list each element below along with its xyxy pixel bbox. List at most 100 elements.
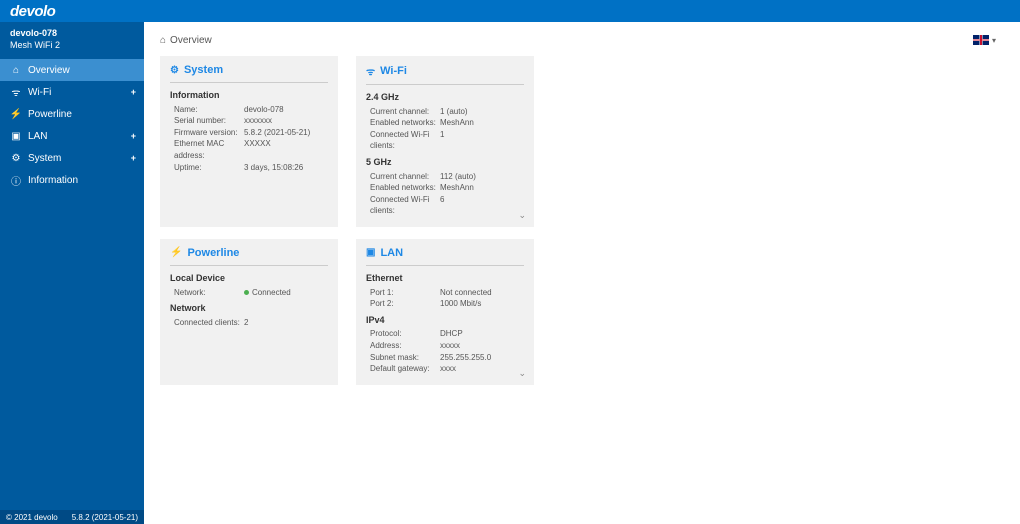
nav-icon: ⓘ [10, 173, 22, 188]
nav-label: Wi-Fi [28, 87, 51, 98]
kv-row: Port 1:Not connected [366, 287, 524, 299]
kv-row: Current channel:112 (auto) [366, 171, 524, 183]
device-model: Mesh WiFi 2 [10, 40, 134, 52]
card-powerline: ⚡ Powerline Local DeviceNetwork:Connecte… [160, 239, 338, 385]
kv-key: Ethernet MAC address: [170, 138, 244, 161]
kv-value: 255.255.255.0 [440, 352, 524, 364]
main-layout: devolo-078 Mesh WiFi 2 ⌂OverviewᯤWi-Fi+⚡… [0, 22, 1020, 524]
kv-row: Firmware version:5.8.2 (2021-05-21) [170, 127, 328, 139]
section-heading: Information [170, 89, 328, 102]
sidebar-item-overview[interactable]: ⌂Overview [0, 59, 144, 81]
section-heading: Network [170, 302, 328, 315]
breadcrumb-row: ⌂ Overview ▾ [160, 30, 996, 50]
sidebar-nav: ⌂OverviewᯤWi-Fi+⚡Powerline▣LAN+⚙System+ⓘ… [0, 59, 144, 191]
card-wifi-title: Wi-Fi [380, 65, 407, 77]
language-selector[interactable]: ▾ [973, 35, 996, 45]
status-dot-icon [244, 290, 249, 295]
brand-logo: devolo [10, 3, 55, 20]
kv-key: Default gateway: [366, 363, 440, 375]
kv-value: xxxxxxx [244, 115, 328, 127]
sidebar-item-wi-fi[interactable]: ᯤWi-Fi+ [0, 81, 144, 103]
card-wifi-header[interactable]: ᯤ Wi-Fi [366, 64, 524, 85]
sidebar-item-lan[interactable]: ▣LAN+ [0, 125, 144, 147]
card-lan-header[interactable]: ▣ LAN [366, 247, 524, 266]
device-name: devolo-078 [10, 28, 134, 40]
card-system-header[interactable]: ⚙ System [170, 64, 328, 83]
kv-value: 5.8.2 (2021-05-21) [244, 127, 328, 139]
sidebar: devolo-078 Mesh WiFi 2 ⌂OverviewᯤWi-Fi+⚡… [0, 22, 144, 524]
plus-icon: + [131, 153, 136, 163]
card-system: ⚙ System Information Name:devolo-078Seria… [160, 56, 338, 227]
kv-row: Serial number:xxxxxxx [170, 115, 328, 127]
kv-value: Not connected [440, 287, 524, 299]
kv-value: 112 (auto) [440, 171, 524, 183]
sidebar-item-powerline[interactable]: ⚡ Powerline [0, 103, 144, 125]
kv-value: XXXXX [244, 138, 328, 161]
kv-value: DHCP [440, 328, 524, 340]
card-lan-title: LAN [380, 247, 403, 259]
kv-row: Connected Wi-Fi clients:6 [366, 194, 524, 217]
topbar: devolo [0, 0, 1020, 22]
kv-value: 6 [440, 194, 524, 217]
lan-icon: ▣ [366, 247, 375, 258]
kv-key: Connected Wi-Fi clients: [366, 129, 440, 152]
kv-key: Firmware version: [170, 127, 244, 139]
card-wifi: ᯤ Wi-Fi 2.4 GHzCurrent channel:1 (auto)E… [356, 56, 534, 227]
kv-key: Port 1: [366, 287, 440, 299]
wifi-icon: ᯤ [366, 64, 375, 78]
card-powerline-header[interactable]: ⚡ Powerline [170, 247, 328, 266]
kv-row: Connected Wi-Fi clients:1 [366, 129, 524, 152]
kv-row: Enabled networks:MeshAnn [366, 182, 524, 194]
kv-row: Enabled networks:MeshAnn [366, 117, 524, 129]
nav-label: Powerline [28, 109, 72, 120]
nav-label: LAN [28, 131, 47, 142]
kv-value: 1 (auto) [440, 106, 524, 118]
kv-key: Protocol: [366, 328, 440, 340]
kv-key: Port 2: [366, 298, 440, 310]
sidebar-item-information[interactable]: ⓘ Information [0, 169, 144, 191]
kv-key: Enabled networks: [366, 182, 440, 194]
kv-row: Default gateway:xxxx [366, 363, 524, 375]
nav-label: Information [28, 175, 78, 186]
nav-icon: ⚙ [10, 153, 22, 164]
section-heading: Local Device [170, 272, 328, 285]
kv-row: Port 2:1000 Mbit/s [366, 298, 524, 310]
cards-grid: ⚙ System Information Name:devolo-078Seria… [160, 56, 1000, 385]
content-area: ⌂ Overview ▾ ⚙ System Information Name:de… [144, 22, 1020, 524]
card-system-title: System [184, 64, 223, 76]
footer-copyright: © 2021 devolo [6, 513, 58, 522]
expand-icon[interactable]: ⌄ [518, 368, 526, 379]
sidebar-item-system[interactable]: ⚙ System + [0, 147, 144, 169]
kv-row: Ethernet MAC address:XXXXX [170, 138, 328, 161]
kv-row: Uptime:3 days, 15:08:26 [170, 162, 328, 174]
kv-row: Address:xxxxx [366, 340, 524, 352]
kv-value: 1 [440, 129, 524, 152]
powerline-icon: ⚡ [170, 247, 182, 258]
chevron-down-icon: ▾ [992, 36, 996, 45]
kv-value: MeshAnn [440, 117, 524, 129]
plus-icon: + [131, 131, 136, 141]
breadcrumb-title: Overview [170, 35, 212, 46]
device-info: devolo-078 Mesh WiFi 2 [0, 22, 144, 59]
breadcrumb: ⌂ Overview [160, 35, 212, 46]
card-powerline-title: Powerline [187, 247, 239, 259]
kv-row: Connected clients:2 [170, 317, 328, 329]
card-lan: ▣ LAN Ethernet Port 1:Not connectedPort 2… [356, 239, 534, 385]
kv-row: Current channel:1 (auto) [366, 106, 524, 118]
home-icon: ⌂ [160, 35, 166, 46]
sidebar-footer: © 2021 devolo 5.8.2 (2021-05-21) [0, 510, 144, 524]
kv-value: 3 days, 15:08:26 [244, 162, 328, 174]
kv-key: Current channel: [366, 171, 440, 183]
kv-key: Name: [170, 104, 244, 116]
kv-row: Protocol:DHCP [366, 328, 524, 340]
plus-icon: + [131, 87, 136, 97]
section-heading: Ethernet [366, 272, 524, 285]
footer-version: 5.8.2 (2021-05-21) [72, 513, 138, 522]
kv-key: Subnet mask: [366, 352, 440, 364]
nav-label: Overview [28, 65, 70, 76]
expand-icon[interactable]: ⌄ [518, 210, 526, 221]
nav-label: System [28, 153, 61, 164]
kv-row: Name:devolo-078 [170, 104, 328, 116]
kv-key: Serial number: [170, 115, 244, 127]
nav-icon: ⚡ [10, 109, 22, 120]
